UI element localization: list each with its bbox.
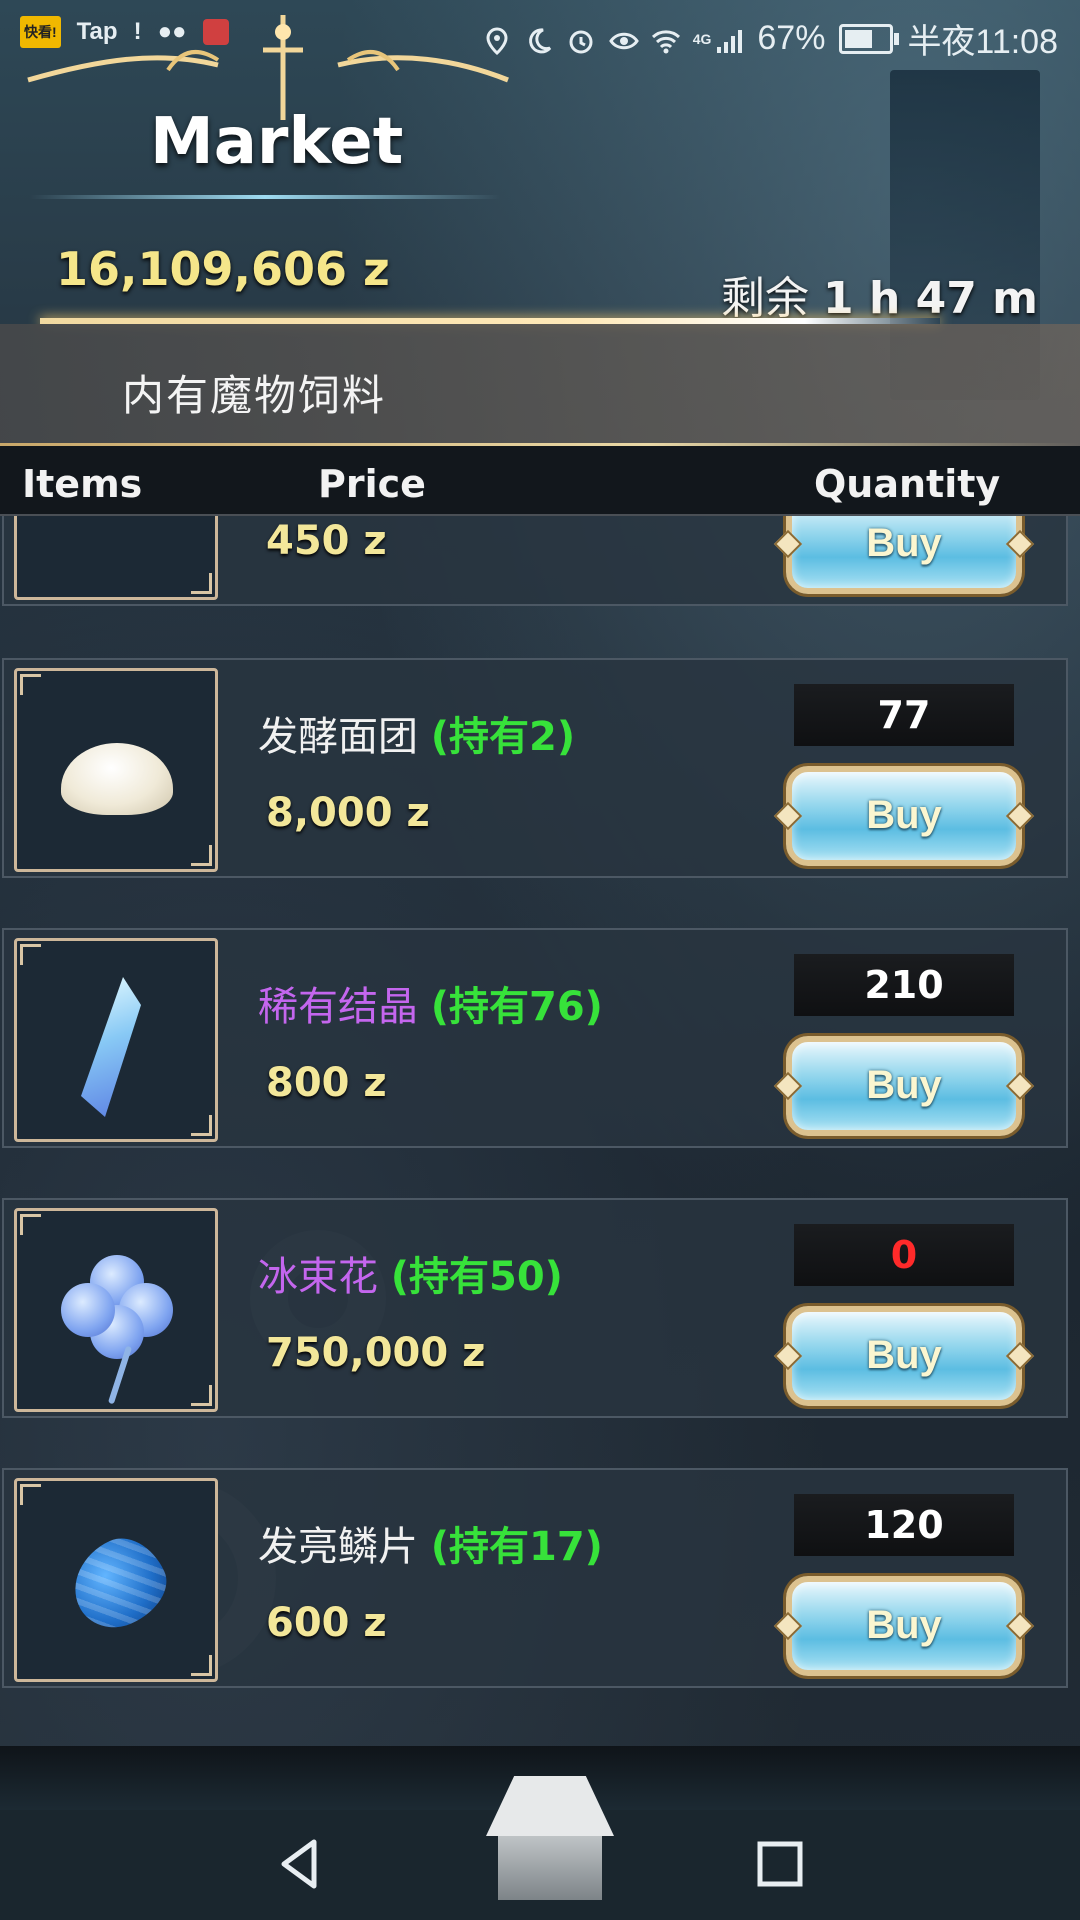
- dough-icon: [61, 743, 173, 815]
- item-name-text: 冰束花: [258, 1254, 378, 1300]
- item-name: 稀有结晶 (持有76): [258, 974, 603, 1032]
- item-held-count: (持有17): [430, 1524, 603, 1570]
- buy-button[interactable]: Buy: [786, 516, 1022, 594]
- item-held-count: (持有2): [430, 714, 576, 760]
- item-held-count: (持有50): [390, 1254, 563, 1300]
- item-thumbnail[interactable]: [14, 516, 218, 600]
- currency-balance: 16,109,606 z: [56, 242, 390, 296]
- item-price: 8,000 z: [266, 790, 430, 836]
- time-remaining: 剩余 1 h 47 m: [721, 262, 1038, 326]
- signal-icon: [715, 25, 743, 53]
- recent-apps-button[interactable]: [748, 1832, 812, 1896]
- item-list[interactable]: 450 z Buy 发酵面团 (持有2) 8,000 z 77 Buy 稀有结晶…: [0, 516, 1080, 1746]
- item-name-text: 发酵面团: [258, 714, 418, 760]
- stock-quantity: 0: [794, 1224, 1014, 1286]
- item-name-text: 稀有结晶: [258, 984, 418, 1030]
- time-remaining-value: 1 h 47 m: [823, 273, 1038, 324]
- back-button[interactable]: [268, 1832, 332, 1896]
- scale-icon: [59, 1525, 179, 1641]
- buy-button[interactable]: Buy: [786, 1576, 1022, 1676]
- alarm-icon: [567, 25, 595, 53]
- item-thumbnail[interactable]: [14, 668, 218, 872]
- title-underline: [30, 195, 500, 199]
- table-row: 450 z Buy: [2, 516, 1068, 606]
- do-not-disturb-moon-icon: [525, 25, 553, 53]
- buy-button[interactable]: Buy: [786, 1306, 1022, 1406]
- column-header-quantity: Quantity: [814, 462, 1001, 506]
- battery-icon: [839, 23, 900, 54]
- item-thumbnail[interactable]: [14, 1478, 218, 1682]
- time-remaining-prefix: 剩余: [721, 273, 810, 324]
- item-price: 600 z: [266, 1600, 387, 1646]
- item-price: 800 z: [266, 1060, 387, 1106]
- stock-quantity: 210: [794, 954, 1014, 1016]
- eye-icon: [608, 25, 639, 53]
- game-home-icon[interactable]: [486, 1776, 614, 1906]
- market-subtitle: 内有魔物饲料: [122, 371, 387, 420]
- gold-ornament: [27, 15, 509, 120]
- item-name: 冰束花 (持有50): [258, 1244, 563, 1302]
- table-row: 发酵面团 (持有2) 8,000 z 77 Buy: [2, 658, 1068, 878]
- buy-button[interactable]: Buy: [786, 1036, 1022, 1136]
- item-held-count: (持有76): [430, 984, 603, 1030]
- item-name: 发酵面团 (持有2): [258, 704, 575, 762]
- item-name: 发亮鳞片 (持有17): [258, 1514, 603, 1572]
- item-thumbnail[interactable]: [14, 938, 218, 1142]
- buy-button[interactable]: Buy: [786, 766, 1022, 866]
- page-title: Market: [150, 105, 404, 179]
- stock-quantity: 77: [794, 684, 1014, 746]
- market-subtitle-bar: 内有魔物饲料: [0, 324, 1080, 446]
- table-row: 稀有结晶 (持有76) 800 z 210 Buy: [2, 928, 1068, 1148]
- column-header-items: Items: [22, 462, 143, 506]
- table-header: Items Price Quantity: [0, 446, 1080, 516]
- flower-icon: [61, 1255, 173, 1405]
- table-row: 发亮鳞片 (持有17) 600 z 120 Buy: [2, 1468, 1068, 1688]
- stock-quantity: 120: [794, 1494, 1014, 1556]
- item-price: 450 z: [266, 518, 387, 564]
- crystal-icon: [81, 977, 141, 1117]
- clock: 半夜11:08: [907, 23, 1058, 61]
- network-type-label: 4G: [692, 30, 712, 47]
- column-header-price: Price: [318, 462, 426, 506]
- item-name-text: 发亮鳞片: [258, 1524, 418, 1570]
- item-price: 750,000 z: [266, 1330, 486, 1376]
- wifi-icon: [651, 25, 680, 53]
- status-bar-right: 4G 67% 半夜11:08: [483, 14, 1058, 63]
- battery-percent: 67%: [757, 19, 826, 57]
- table-row: 冰束花 (持有50) 750,000 z 0 Buy: [2, 1198, 1068, 1418]
- item-thumbnail[interactable]: [14, 1208, 218, 1412]
